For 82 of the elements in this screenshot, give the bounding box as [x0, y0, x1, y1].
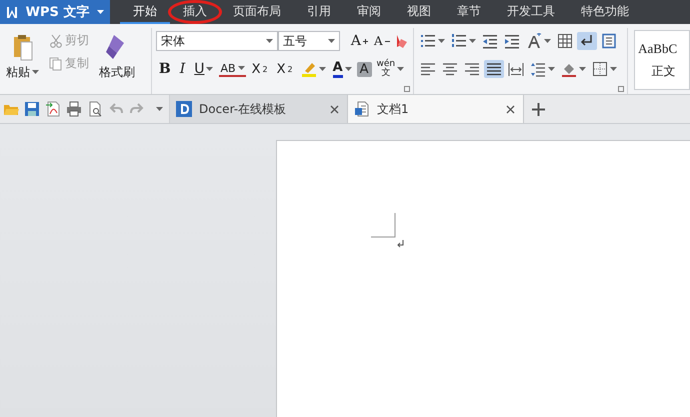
- paste-label: 粘贴: [6, 64, 30, 81]
- dialog-launcher-icon[interactable]: [618, 86, 624, 92]
- caret-icon[interactable]: [266, 38, 273, 44]
- menu-tab[interactable]: 特色功能: [568, 0, 642, 24]
- margin-corner-icon: [371, 213, 396, 238]
- paragraph-mark-button[interactable]: [576, 32, 597, 50]
- distribute-icon: [508, 61, 524, 77]
- clipboard-icon: [12, 33, 34, 61]
- strikethrough-button[interactable]: AB: [219, 62, 246, 76]
- phonetic-guide-button[interactable]: wén 文: [374, 59, 406, 79]
- print-preview-icon[interactable]: [87, 101, 103, 117]
- app-menu-button[interactable]: WPS 文字: [0, 0, 110, 24]
- caret-icon[interactable]: [344, 66, 352, 72]
- font-color-button[interactable]: A: [330, 60, 354, 78]
- caret-icon[interactable]: [97, 10, 104, 14]
- copy-icon: [49, 56, 63, 70]
- close-icon[interactable]: [506, 104, 515, 114]
- indent-icon: [504, 33, 520, 49]
- align-right-icon: [464, 61, 480, 77]
- d-logo-icon: [176, 101, 192, 117]
- minus-icon: [384, 40, 390, 42]
- highlighter-icon: [300, 61, 317, 77]
- scissors-icon: [49, 34, 63, 48]
- justify-icon: [486, 61, 502, 77]
- format-painter-button[interactable]: 格式刷: [97, 32, 137, 94]
- fill-bucket-icon: [560, 61, 577, 77]
- align-center-icon: [442, 61, 458, 77]
- plus-icon: [362, 38, 368, 44]
- text-frame-icon: [600, 33, 617, 49]
- caret-icon[interactable]: [548, 66, 555, 72]
- menu-tab[interactable]: 章节: [444, 0, 494, 24]
- menu-tab[interactable]: 视图: [394, 0, 444, 24]
- bold-button[interactable]: B: [156, 60, 174, 78]
- caret-icon[interactable]: [544, 38, 551, 44]
- caret-icon[interactable]: [32, 70, 39, 75]
- font-size-field[interactable]: 五号: [278, 31, 340, 51]
- close-icon[interactable]: [330, 104, 339, 114]
- outdent-icon: [482, 33, 498, 49]
- text-size-icon: [526, 33, 542, 49]
- justify-button[interactable]: [484, 60, 504, 78]
- save-icon[interactable]: [24, 101, 40, 117]
- print-icon[interactable]: [66, 101, 82, 117]
- style-gallery[interactable]: AaBbC 正文: [634, 30, 690, 90]
- bullet-list-icon: [420, 33, 436, 49]
- distribute-button[interactable]: [506, 60, 526, 78]
- caret-icon[interactable]: [156, 106, 163, 112]
- dialog-launcher-icon[interactable]: [404, 86, 410, 92]
- caret-icon[interactable]: [438, 38, 445, 44]
- underline-button[interactable]: U: [191, 60, 216, 78]
- caret-icon[interactable]: [238, 66, 245, 70]
- menu-tab[interactable]: 引用: [294, 0, 344, 24]
- word-document-icon: [354, 101, 370, 117]
- menu-tab[interactable]: 开发工具: [494, 0, 568, 24]
- caret-icon[interactable]: [397, 66, 404, 72]
- character-shading-button[interactable]: A: [356, 62, 372, 76]
- style-name: 正文: [652, 62, 676, 80]
- paragraph-mark-icon: [397, 240, 405, 248]
- numbered-list-icon: [450, 33, 467, 49]
- paste-button[interactable]: 粘贴: [4, 32, 41, 94]
- line-spacing-icon: [530, 61, 546, 77]
- w-logo-icon: [6, 6, 18, 18]
- table-icon: [556, 33, 573, 49]
- caret-icon[interactable]: [610, 66, 617, 72]
- caret-icon[interactable]: [578, 66, 586, 72]
- style-sample: AaBbC: [638, 40, 678, 56]
- italic-button[interactable]: I: [176, 60, 188, 78]
- caret-icon[interactable]: [318, 66, 326, 72]
- menu-tab[interactable]: 审阅: [344, 0, 394, 24]
- document-tab[interactable]: Docer-在线模板: [170, 95, 348, 123]
- new-tab-icon[interactable]: [532, 102, 545, 116]
- border-icon: [592, 61, 608, 77]
- menu-tab[interactable]: 页面布局: [220, 0, 294, 24]
- shrink-font-button[interactable]: A: [370, 33, 393, 49]
- caret-icon[interactable]: [206, 66, 214, 72]
- document-tab[interactable]: 文档1: [348, 95, 524, 123]
- caret-icon[interactable]: [468, 38, 476, 44]
- caret-icon[interactable]: [328, 38, 335, 44]
- superscript-button[interactable]: X$^{2}$: [248, 60, 271, 78]
- grow-font-button[interactable]: A: [348, 32, 371, 50]
- pdf-export-icon[interactable]: [45, 101, 61, 117]
- align-left-icon: [420, 61, 436, 77]
- font-name-field[interactable]: 宋体: [156, 31, 278, 51]
